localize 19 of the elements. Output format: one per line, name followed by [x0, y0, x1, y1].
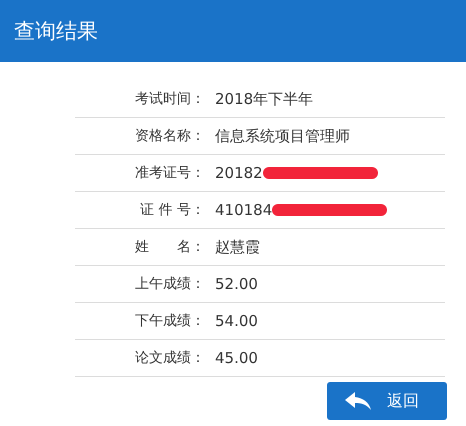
field-value: 2018年下半年 — [215, 90, 314, 108]
field-label: 证 件 号： — [139, 201, 205, 219]
field-label: 姓 名： — [134, 238, 205, 256]
field-label: 论文成绩： — [134, 349, 205, 367]
field-label: 资格名称： — [134, 127, 205, 145]
field-value: 52.00 — [215, 275, 258, 293]
field-label: 上午成绩： — [134, 275, 205, 293]
field-label: 准考证号： — [134, 164, 205, 182]
field-value: 信息系统项目管理师 — [215, 126, 350, 146]
back-button[interactable]: 返回 — [327, 382, 447, 420]
field-label: 考试时间： — [134, 90, 205, 108]
back-arrow-icon — [345, 392, 371, 410]
page-title: 查询结果 — [14, 18, 98, 45]
field-value: 410184 — [215, 201, 272, 219]
field-label: 下午成绩： — [134, 312, 205, 330]
field-value: 20182 — [215, 164, 263, 182]
field-value: 赵慧霞 — [215, 238, 260, 256]
field-value: 45.00 — [215, 349, 258, 367]
field-value: 54.00 — [215, 312, 258, 330]
